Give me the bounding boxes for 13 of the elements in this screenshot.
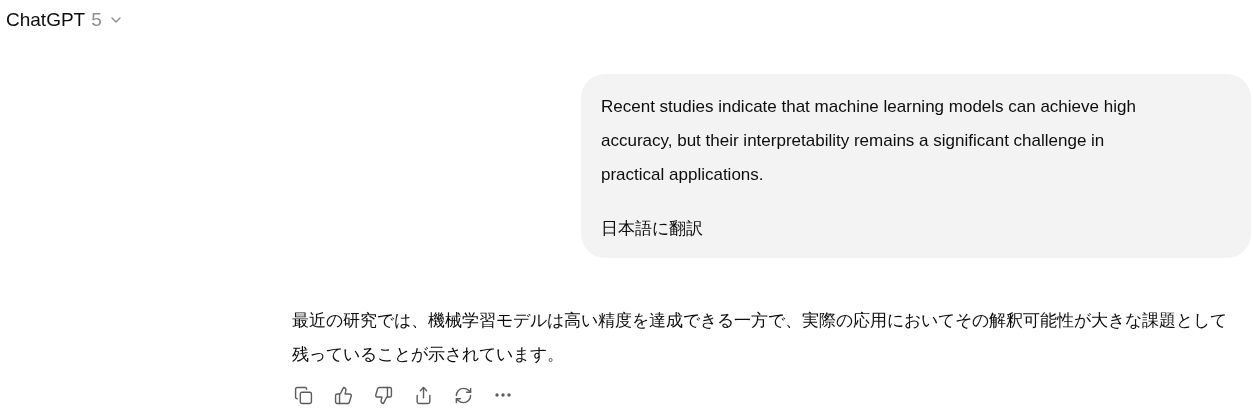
more-icon: [495, 393, 511, 397]
message-text: Recent studies indicate that machine learning models can achieve high accuracy, but their interpretability remains a significant challenge in practical applications.: [601, 96, 1137, 186]
refresh-icon: [453, 385, 473, 405]
dislike-button[interactable]: [372, 384, 394, 406]
copy-button[interactable]: [292, 384, 314, 406]
model-title[interactable]: ChatGPT: [6, 9, 86, 31]
message-text: 日本語に翻訳: [601, 218, 704, 240]
assistant-message-text: 最近の研究では、機械学習モデルは高い精度を達成できる一方で、実際の応用においてその解釈可能性が大きな課題として残っていることが示されています。: [292, 310, 1228, 366]
copy-icon: [293, 385, 313, 405]
thumbs-up-icon: [333, 385, 353, 405]
like-button[interactable]: [332, 384, 354, 406]
share-icon: [413, 385, 433, 405]
thumbs-down-icon: [373, 385, 393, 405]
